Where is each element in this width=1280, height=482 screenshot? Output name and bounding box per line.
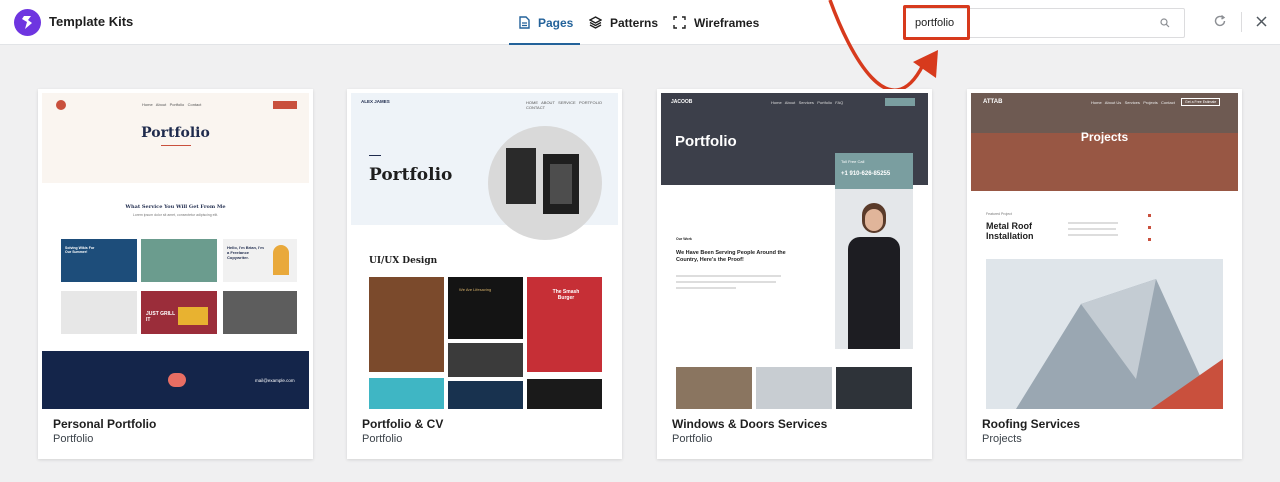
tab-patterns-label: Patterns [610,15,659,30]
template-preview: JACOOB Home About Services Portfolio FAQ… [661,93,928,409]
tab-pages[interactable]: Pages [509,0,580,45]
template-name: Personal Portfolio [53,417,157,431]
template-category: Portfolio [672,433,713,445]
tab-patterns[interactable]: Patterns [589,0,658,45]
template-card-roofing-services[interactable]: ATTAB Home About Us Services Projects Co… [967,89,1242,459]
refresh-icon[interactable] [1213,14,1227,28]
preview-section-sub: Lorem ipsum dolor sit amet, consectetur … [132,213,219,217]
frame-corners-icon [673,16,686,29]
preview-phone: +1 910-626-85255 [841,171,891,177]
template-name: Windows & Doors Services [672,417,828,431]
preview-email: mail@example.com [255,378,295,383]
template-preview: Home About Portfolio Contact Portfolio W… [42,93,309,409]
preview-heading: Portfolio [369,165,453,185]
preview-project-title: Metal Roof Installation [986,221,1034,242]
app-title: Template Kits [49,14,134,29]
preview-eyebrow: Featured Project [986,212,1012,216]
preview-section-title: UI/UX Design [369,256,438,266]
preview-tile-text: Hello, I'm Brian, I'm a Freelance Copywr… [227,245,264,260]
preview-building-image [986,259,1223,409]
preview-section-title: What Service You Will Get From Me [125,204,226,210]
preview-eyebrow: Our Work [676,237,692,241]
preview-cta-button [273,101,297,109]
preview-brand: ALEX JAMES [361,99,390,104]
preview-tile-text: JUST GRILL IT [146,311,176,323]
tab-pages-label: Pages [538,15,574,30]
preview-circle-image [488,126,602,240]
template-category: Portfolio [53,433,94,445]
template-name: Portfolio & CV [362,417,444,431]
preview-person-image [844,203,904,349]
tab-wireframes[interactable]: Wireframes [673,0,759,45]
template-card-personal-portfolio[interactable]: Home About Portfolio Contact Portfolio W… [38,89,313,459]
template-preview: ATTAB Home About Us Services Projects Co… [971,93,1238,409]
top-bar: Template Kits Pages Patterns Wireframes … [0,0,1280,45]
preview-call-label: Toll Free Call [841,159,865,164]
preview-tile-text: Solving Wikis For Our Summer! [65,246,95,254]
template-card-portfolio-cv[interactable]: ALEX JAMES HOME ABOUT SERVICE PORTFOLIO … [347,89,622,459]
template-name: Roofing Services [982,417,1081,431]
template-category: Projects [982,433,1022,445]
layers-icon [589,16,602,29]
preview-tile-text: We Are Lifesaving [459,287,492,292]
preview-logo-icon [56,100,66,110]
preview-heading: Portfolio [675,133,737,150]
preview-brand: JACOOB [671,99,693,105]
close-icon[interactable] [1256,16,1267,27]
template-category: Portfolio [362,433,403,445]
search-input[interactable]: portfolio [904,8,1185,38]
search-icon[interactable] [1160,18,1170,28]
toolbar-divider [1241,12,1242,32]
tab-wireframes-label: Wireframes [694,15,760,30]
template-card-windows-doors[interactable]: JACOOB Home About Services Portfolio FAQ… [657,89,932,459]
preview-heading: Portfolio [141,125,210,141]
search-input-value: portfolio [915,17,955,29]
preview-heading: Projects [1080,130,1129,144]
template-preview: ALEX JAMES HOME ABOUT SERVICE PORTFOLIO … [351,93,618,409]
preview-tile-text: The Smash Burger [552,289,580,301]
preview-cta-button [885,98,915,106]
app-logo-icon [14,9,41,36]
page-icon [519,16,530,29]
preview-tagline: We Have Been Serving People Around the C… [676,250,786,263]
preview-cta: Get a Free Estimate [1181,98,1221,106]
preview-brand: ATTAB [983,99,1003,105]
